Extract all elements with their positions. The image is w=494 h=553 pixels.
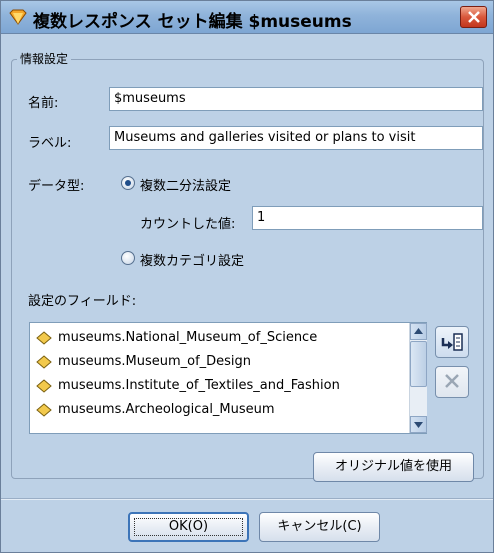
close-button[interactable] [460,6,487,28]
cancel-button-label: キャンセル(C) [277,519,362,534]
footer-separator [1,498,493,500]
label-field[interactable]: Museums and galleries visited or plans t… [109,126,483,150]
ok-button[interactable]: OK(O) [128,512,249,542]
name-field[interactable]: $museums [109,87,483,111]
label-label: ラベル: [28,136,72,151]
scroll-thumb[interactable] [410,341,427,387]
dichotomy-radio[interactable] [121,176,135,190]
counted-value-field[interactable]: 1 [252,206,483,230]
datatype-label: データ型: [28,179,85,194]
cancel-button[interactable]: キャンセル(C) [259,512,380,542]
field-name: museums.Museum_of_Design [58,354,252,369]
dichotomy-option-label[interactable]: 複数二分法設定 [140,175,231,194]
scroll-up-button[interactable] [410,323,427,340]
field-name: museums.National_Museum_of_Science [58,330,318,345]
fields-scrollbar[interactable] [409,323,427,433]
arrow-up-icon [414,328,423,334]
nominal-field-diamond-icon [36,331,52,345]
nominal-field-diamond-icon [36,379,52,393]
use-original-values-button[interactable]: オリジナル値を使用 [313,452,474,482]
category-option-label[interactable]: 複数カテゴリ設定 [140,250,244,269]
arrow-down-icon [414,422,423,428]
multiple-response-set-dialog: 複数レスポンス セット編集 $museums 情報設定 名前: $museums… [0,0,494,553]
category-radio[interactable] [121,251,135,265]
group-legend: 情報設定 [17,50,72,67]
remove-field-button[interactable] [435,366,469,398]
nominal-field-diamond-icon [36,403,52,417]
ok-button-label: OK(O) [168,519,209,534]
field-name: museums.Institute_of_Textiles_and_Fashio… [58,378,340,393]
use-original-values-label: オリジナル値を使用 [334,459,452,474]
fields-listbox[interactable]: museums.National_Museum_of_Science museu… [29,322,427,434]
name-label: 名前: [28,96,59,111]
add-field-button[interactable] [435,326,469,358]
close-x-icon [468,11,480,23]
delete-x-icon [445,374,459,388]
counted-value-label: カウントした値: [140,217,236,232]
nominal-field-diamond-icon [36,355,52,369]
move-in-field-icon [441,333,463,351]
fields-label: 設定のフィールド: [28,294,137,309]
title-bar[interactable]: 複数レスポンス セット編集 $museums [1,1,493,34]
scroll-down-button[interactable] [410,416,427,433]
spss-diamond-icon [9,9,27,25]
field-name: museums.Archeological_Museum [58,402,275,417]
dialog-title: 複数レスポンス セット編集 $museums [33,12,352,32]
